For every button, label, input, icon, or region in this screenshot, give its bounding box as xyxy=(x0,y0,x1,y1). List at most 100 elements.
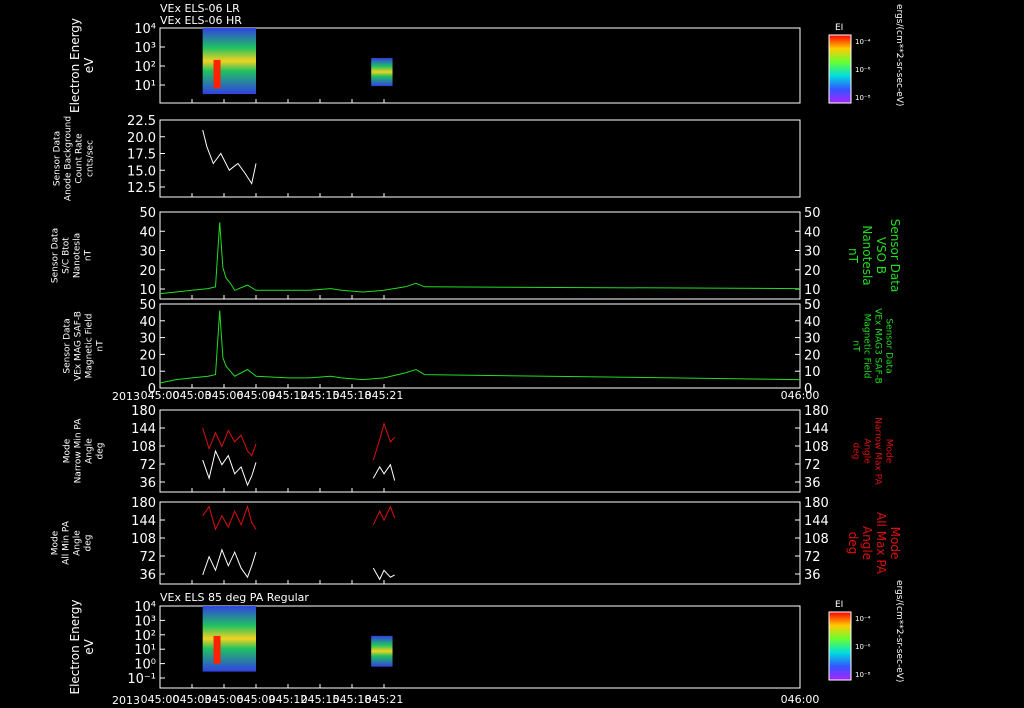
colorbar-top: EI 10⁻⁴ 10⁻⁶ 10⁻⁸ ergs/(cm**2-sr-sec-eV) xyxy=(828,4,904,106)
panel4-ytick-label: 20 xyxy=(139,348,156,363)
panel3-ytick-right-label: 20 xyxy=(804,264,821,279)
panel3-ylabel-right-line: Sensor Data xyxy=(888,219,902,293)
panel6-ylabel-right-line: Mode xyxy=(888,527,902,560)
multi-panel-plot: VEx ELS-06 LR VEx ELS-06 HR VEx ELS 85 d… xyxy=(51,2,905,707)
panel5-ytick-label: 108 xyxy=(131,440,156,455)
panel5-series-line xyxy=(372,422,396,461)
panel6-series-line xyxy=(202,504,257,531)
panel6-ytick-right-label: 180 xyxy=(804,496,829,511)
panel7-ylabel-line: eV xyxy=(82,638,96,654)
panel5-ylabel-right-line: Narrow Max PA xyxy=(873,417,883,485)
colorbar-bottom-tick-1: 10⁻⁶ xyxy=(855,643,871,651)
panel4-ytick-right-label: 40 xyxy=(804,315,821,330)
panel3-ytick-label: 20 xyxy=(139,264,156,279)
panel3-ytick-right-label: 40 xyxy=(804,225,821,240)
panel3-ylabel-line: Sensor Data xyxy=(51,228,61,283)
panel3-ytick-label: 30 xyxy=(139,245,156,260)
panel4-ytick-label: 30 xyxy=(139,332,156,347)
panel6-ytick-label: 36 xyxy=(139,568,156,583)
panel6-series-line xyxy=(202,548,257,579)
panel4-ylabel-line: VEx MAG SAF-B xyxy=(74,311,84,381)
panel4-ylabel-right-line: nT xyxy=(851,340,861,352)
panel7-ytick-label: 10⁻¹ xyxy=(127,672,156,687)
panel2-ytick-label: 22.5 xyxy=(127,114,156,129)
panel5-ytick-right-label: 180 xyxy=(804,404,829,419)
panel2-ylabel-line: Anode Background xyxy=(64,116,74,201)
panel5-series-line xyxy=(372,463,396,481)
panel6-series-line xyxy=(372,567,395,581)
panel3-ylabel-line: S/C Btot xyxy=(62,237,72,274)
panel2-ytick-label: 17.5 xyxy=(127,148,156,163)
panel5-frame xyxy=(159,409,801,493)
xtick-label: 046:00 xyxy=(781,693,820,706)
panel4-ytick-right-label: 20 xyxy=(804,348,821,363)
panel4-ylabel-line: nT xyxy=(96,340,106,352)
panel2-frame xyxy=(159,119,801,198)
panel5-ytick-right-label: 144 xyxy=(804,422,829,437)
panel7-ytick-label: 10¹ xyxy=(134,643,156,658)
colorbar-bottom-tick-2: 10⁻⁸ xyxy=(855,671,871,679)
panel4-ylabel-right-line: VEx MAG3 SAF-B xyxy=(873,308,883,384)
panel3-ytick-label: 10 xyxy=(139,283,156,298)
panel2-ylabel-line: Sensor Data xyxy=(53,131,63,186)
panel1-ytick-label: 10⁴ xyxy=(134,22,156,37)
panel2: 22.5 20.0 17.515.0 12.5 Sensor Data Anode Bac… xyxy=(53,114,801,201)
panel6-ylabel-right-line: deg xyxy=(846,532,860,555)
panel5-ytick-right-label: 108 xyxy=(804,440,829,455)
panel3-frame xyxy=(159,211,801,300)
panel5-ylabel-right-line: Mode xyxy=(884,439,894,464)
header-line-2: VEx ELS-06 HR xyxy=(160,14,242,27)
panel7-title: VEx ELS 85 deg PA Regular xyxy=(160,591,309,604)
panel1-ytick-label: 10² xyxy=(134,60,156,75)
panel7-spectrogram-block xyxy=(202,606,256,672)
colorbar-top-tick-0: 10⁻⁴ xyxy=(855,38,871,46)
panel5-ytick-label: 36 xyxy=(139,476,156,491)
panel5-ylabel-line: Angle xyxy=(85,438,95,464)
colorbar-bottom-units: ergs/(cm**2-sr-sec-eV) xyxy=(894,580,904,682)
panel3-ylabel-right-line: VSO B xyxy=(874,237,888,274)
panel7: 10⁴10³10²10¹10⁰10⁻¹ Electron Energy eV xyxy=(68,599,801,695)
panel3-ylabel-line: Nanotesla xyxy=(73,233,83,278)
panel6-ylabel-right-line: Angle xyxy=(860,526,874,560)
panel6-series-line xyxy=(372,505,396,526)
panel5-ylabel-right-line: Angle xyxy=(862,438,872,464)
year-label-2: 2013 xyxy=(112,694,140,707)
panel5-ylabel-line: Narrow Min PA xyxy=(74,418,84,484)
panel5-ylabel-line: Mode xyxy=(63,438,73,463)
panel4-ytick-right-label: 50 xyxy=(804,298,821,313)
panel6-ytick-right-label: 36 xyxy=(804,568,821,583)
panel1-spectrogram-block xyxy=(202,28,256,95)
colorbar-bottom-gradient xyxy=(828,611,852,681)
panel3-ytick-right-label: 30 xyxy=(804,245,821,260)
panel6-ylabel-line: Angle xyxy=(73,530,83,556)
panel4-series-line xyxy=(159,310,801,384)
panel3-ytick-right-label: 10 xyxy=(804,283,821,298)
panel7-spectrogram-feature xyxy=(213,635,221,664)
panel2-ylabel-line: Count Rate xyxy=(75,133,85,184)
panel5: 18014410872361801441087236Mode Narrow Min… xyxy=(63,404,894,493)
panel1-ylabel-line: Electron Energy xyxy=(68,18,82,113)
panel6-ylabel-line: All Min PA xyxy=(62,520,72,565)
panel6-ytick-label: 180 xyxy=(131,496,156,511)
panel6-ylabel-line: deg xyxy=(84,535,94,552)
panel3-ytick-label: 40 xyxy=(139,225,156,240)
panel7-spectrogram-block xyxy=(371,635,393,667)
colorbar-top-gradient xyxy=(828,34,852,104)
panel6-ytick-right-label: 144 xyxy=(804,514,829,529)
panel5-ytick-label: 144 xyxy=(131,422,156,437)
panel1-spectrogram-feature xyxy=(213,59,221,89)
panel5-ylabel-right-line: deg xyxy=(851,443,861,460)
panel4-ytick-label: 50 xyxy=(139,298,156,313)
panel2-ytick-label: 12.5 xyxy=(127,181,156,196)
panel3-ytick-right-label: 50 xyxy=(804,206,821,221)
panel1: 10⁴ 10³ 10² 10¹ Electron Energy eV xyxy=(68,18,801,113)
panel1-ytick-label: 10³ xyxy=(134,41,156,56)
colorbar-bottom-tick-0: 10⁻⁴ xyxy=(855,615,871,623)
panel6: 18014410872361801441087236Mode All Min PA… xyxy=(51,496,902,585)
panel3-ytick-label: 50 xyxy=(139,206,156,221)
panel4-ytick-label: 10 xyxy=(139,365,156,380)
xtick-label: 045:21 xyxy=(365,693,404,706)
panel7-ylabel-line: Electron Energy xyxy=(68,599,82,694)
panel1-spectrogram-block xyxy=(371,58,393,87)
panel6-ytick-right-label: 72 xyxy=(804,550,821,565)
